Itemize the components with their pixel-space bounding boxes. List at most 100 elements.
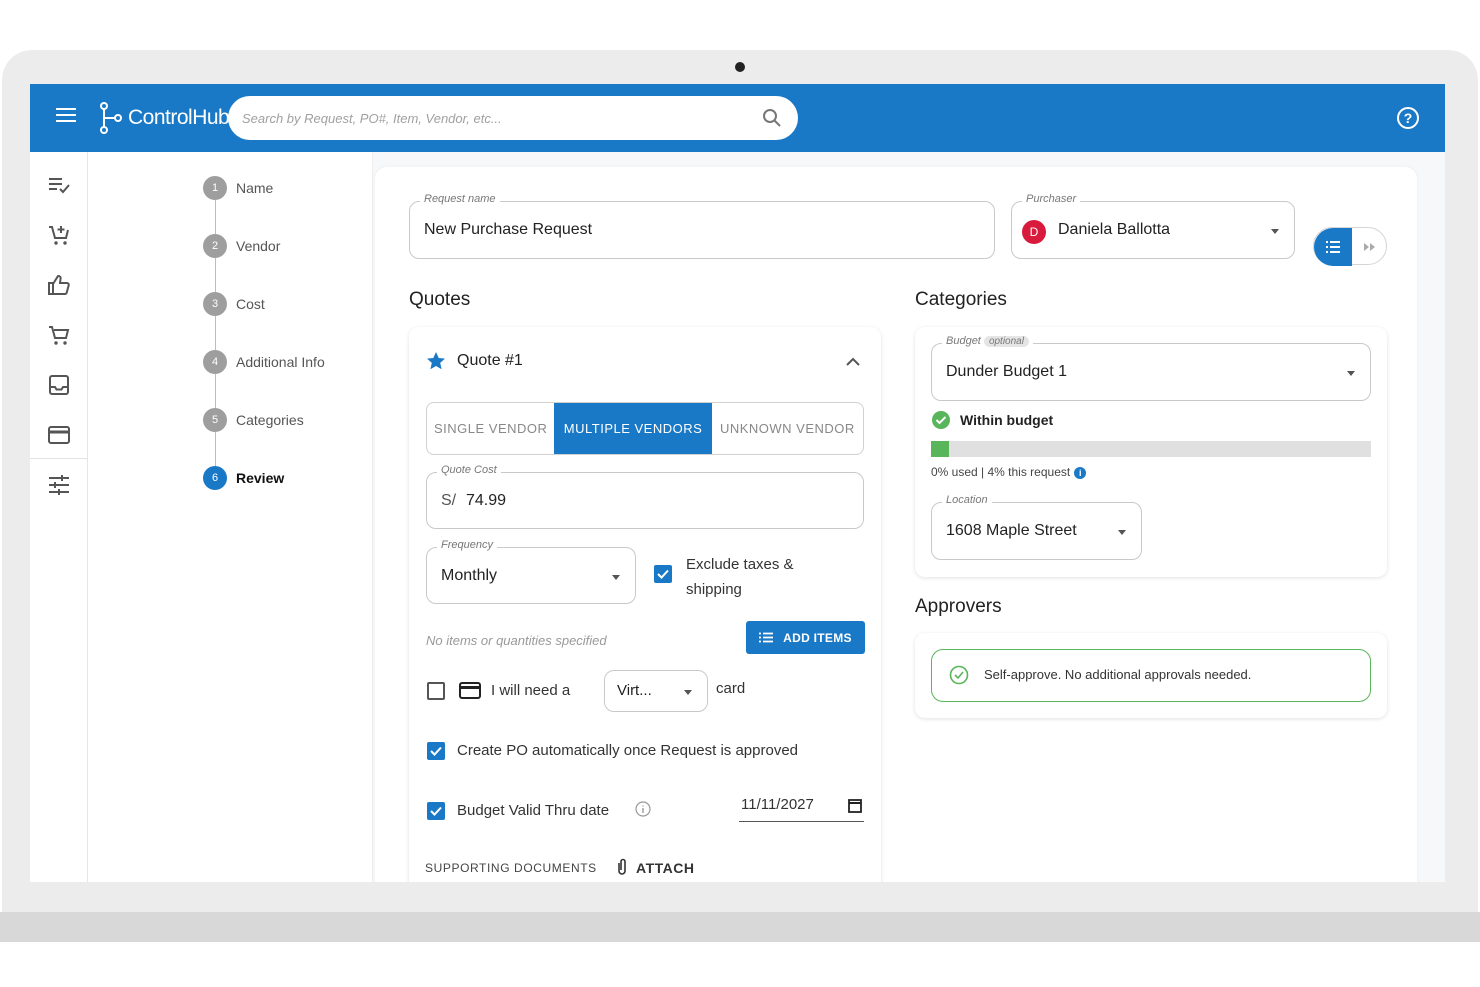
check-icon	[430, 746, 442, 756]
purchaser-value: Daniela Ballotta	[1058, 221, 1171, 238]
location-select[interactable]: Location 1608 Maple Street	[931, 494, 1142, 560]
step-label: Vendor	[236, 238, 281, 254]
search-icon[interactable]	[762, 108, 782, 128]
quote-cost-value: 74.99	[466, 492, 507, 509]
create-po-label: Create PO automatically once Request is …	[457, 742, 799, 759]
currency-symbol: S/	[441, 492, 457, 509]
categories-title: Categories	[915, 289, 1007, 310]
budget-usage-text: 0% used | 4% this request i	[931, 465, 1087, 479]
card-need-label: I will need a	[491, 682, 571, 699]
info-icon[interactable]: i	[1074, 466, 1087, 479]
add-cart-icon[interactable]	[46, 222, 72, 248]
cart-icon[interactable]	[46, 322, 72, 348]
quote-title: Quote #1	[457, 352, 523, 369]
app-screen: ControlHub ?	[30, 84, 1445, 882]
fast-forward-button[interactable]	[1354, 228, 1386, 266]
quote-cost-field[interactable]: Quote Cost S/ 74.99	[426, 464, 864, 529]
self-approve-notice: Self-approve. No additional approvals ne…	[931, 649, 1371, 702]
checklist-icon[interactable]	[46, 172, 72, 198]
vendor-mode-selector: SINGLE VENDOR MULTIPLE VENDORS UNKNOWN V…	[426, 402, 864, 455]
card-suffix-label: card	[716, 680, 746, 697]
thumbs-up-icon[interactable]	[46, 272, 72, 298]
add-items-button[interactable]: ADD ITEMS	[746, 621, 865, 654]
attach-button[interactable]: ATTACH	[636, 860, 694, 876]
camera-dot	[735, 62, 745, 72]
chevron-down-icon	[684, 690, 692, 695]
add-items-label: ADD ITEMS	[783, 630, 852, 645]
chevron-up-icon[interactable]	[846, 357, 860, 366]
frequency-label: Frequency	[437, 539, 497, 551]
exclude-taxes-checkbox[interactable]	[654, 565, 672, 583]
budget-valid-date-value: 11/11/2027	[741, 796, 814, 813]
step-connector	[215, 432, 216, 468]
star-icon[interactable]	[426, 351, 446, 371]
budget-label: Budget optional	[942, 335, 1033, 347]
step-label: Review	[236, 470, 285, 486]
approvers-title: Approvers	[915, 596, 1002, 617]
chevron-down-icon	[1271, 229, 1279, 234]
budget-select[interactable]: Budget optional Dunder Budget 1	[931, 335, 1371, 401]
budget-valid-date-field[interactable]: 11/11/2027	[739, 792, 864, 822]
budget-valid-label: Budget Valid Thru date	[457, 802, 610, 819]
step-additional-info[interactable]: 4 Additional Info	[203, 349, 325, 375]
step-number: 5	[203, 408, 227, 432]
step-number: 3	[203, 292, 227, 316]
info-outline-icon[interactable]	[635, 801, 651, 817]
approvers-card: Self-approve. No additional approvals ne…	[915, 633, 1387, 718]
self-approve-text: Self-approve. No additional approvals ne…	[984, 667, 1252, 682]
budget-label-text: Budget	[946, 335, 981, 347]
inbox-icon[interactable]	[46, 372, 72, 398]
supporting-docs-label: SUPPORTING DOCUMENTS	[425, 861, 597, 875]
step-navigation: 1 Name 2 Vendor 3 Cost 4 Additional Info…	[88, 152, 373, 882]
step-label: Name	[236, 180, 274, 196]
list-icon	[759, 632, 774, 643]
step-name[interactable]: 1 Name	[203, 175, 273, 201]
frequency-value: Monthly	[441, 567, 498, 584]
app-logo[interactable]: ControlHub	[98, 101, 230, 135]
help-icon[interactable]: ?	[1397, 107, 1419, 129]
step-cost[interactable]: 3 Cost	[203, 291, 265, 317]
request-name-field[interactable]: Request name New Purchase Request	[409, 193, 995, 259]
create-po-checkbox[interactable]	[427, 742, 445, 760]
multiple-vendors-option[interactable]: MULTIPLE VENDORS	[554, 403, 712, 454]
quotes-title: Quotes	[409, 289, 471, 310]
hamburger-menu-icon[interactable]	[56, 108, 76, 126]
categories-card: Budget optional Dunder Budget 1 Within b…	[915, 327, 1387, 577]
step-connector	[215, 374, 216, 410]
step-vendor[interactable]: 2 Vendor	[203, 233, 280, 259]
search-bar[interactable]	[228, 96, 798, 140]
controlhub-logo-icon	[100, 102, 122, 134]
step-label: Additional Info	[236, 354, 325, 370]
frequency-select[interactable]: Frequency Monthly	[426, 539, 636, 604]
single-vendor-option[interactable]: SINGLE VENDOR	[427, 403, 554, 454]
purchaser-select[interactable]: Purchaser D Daniela Ballotta	[1011, 193, 1295, 259]
quote-card: Quote #1 SINGLE VENDOR MULTIPLE VENDORS …	[409, 327, 881, 882]
rail-divider	[30, 458, 88, 459]
check-icon	[657, 569, 669, 579]
calendar-icon[interactable]	[848, 798, 862, 813]
budget-valid-checkbox[interactable]	[427, 802, 445, 820]
budget-progress-bar	[931, 441, 1371, 457]
purchaser-label: Purchaser	[1022, 193, 1081, 205]
unknown-vendor-option[interactable]: UNKNOWN VENDOR	[712, 403, 863, 454]
step-label: Cost	[236, 296, 265, 312]
step-connector	[215, 258, 216, 294]
step-categories[interactable]: 5 Categories	[203, 407, 304, 433]
search-input[interactable]	[242, 107, 742, 129]
app-bar: ControlHub ?	[30, 84, 1445, 152]
step-number: 1	[203, 176, 227, 200]
card-need-checkbox[interactable]	[427, 682, 445, 700]
check-icon	[430, 806, 442, 816]
nav-rail	[30, 152, 88, 882]
list-view-button[interactable]	[1314, 228, 1352, 266]
card-type-select[interactable]: Virt...	[604, 670, 708, 712]
laptop-frame: ControlHub ?	[0, 50, 1480, 950]
view-toggle	[1313, 227, 1387, 266]
quote-cost-label: Quote Cost	[437, 464, 501, 476]
step-review[interactable]: 6 Review	[203, 465, 284, 491]
step-number: 4	[203, 350, 227, 374]
card-type-value: Virt...	[617, 682, 652, 699]
credit-card-icon[interactable]	[46, 422, 72, 448]
laptop-base	[0, 912, 1480, 942]
tune-icon[interactable]	[46, 472, 72, 498]
